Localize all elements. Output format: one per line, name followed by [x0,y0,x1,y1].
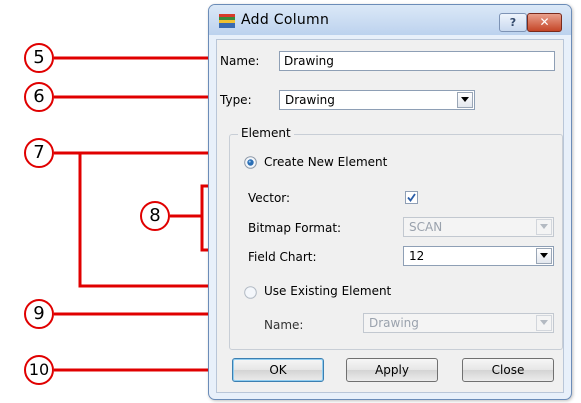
callout-6: 6 [24,82,54,112]
help-button[interactable]: ? [499,13,527,32]
ok-button[interactable]: OK [232,358,324,382]
create-new-element-label[interactable]: Create New Element [264,155,387,169]
close-button[interactable]: Close [462,358,554,382]
chevron-down-icon[interactable] [536,219,552,235]
use-existing-element-label[interactable]: Use Existing Element [264,284,391,298]
name-input[interactable]: Drawing [279,51,555,71]
vector-label: Vector: [248,191,291,205]
type-dropdown[interactable]: Drawing [279,90,475,110]
existing-name-dropdown[interactable]: Drawing [363,313,554,333]
type-label: Type: [220,93,252,107]
add-column-dialog: Add Column ? ✕ Name: Drawing Type: Drawi… [208,4,572,400]
chevron-down-icon[interactable] [536,248,552,264]
vector-checkbox[interactable] [405,191,418,204]
bitmap-format-dropdown[interactable]: SCAN [403,217,554,237]
title-bar: Add Column ? ✕ [209,5,571,35]
use-existing-element-radio[interactable] [244,286,257,299]
callout-9: 9 [24,299,54,329]
field-chart-value: 12 [409,249,425,263]
dialog-client-area: Name: Drawing Type: Drawing Element Crea… [216,39,564,393]
apply-button[interactable]: Apply [346,358,438,382]
element-group-title: Element [238,126,294,140]
field-chart-dropdown[interactable]: 12 [403,246,554,266]
chevron-down-icon[interactable] [457,92,473,108]
checkmark-icon [407,193,416,202]
name-label: Name: [220,54,260,68]
callout-7: 7 [24,138,54,168]
table-app-icon [219,14,235,28]
existing-name-label: Name: [264,318,304,332]
name-input-value: Drawing [284,54,334,68]
chevron-down-icon[interactable] [536,315,552,331]
dialog-title: Add Column [241,12,330,28]
callout-10: 10 [24,355,54,385]
existing-name-value: Drawing [369,316,419,330]
element-groupbox: Element Create New Element Vector: Bitma… [229,126,563,350]
callout-8: 8 [140,201,170,231]
type-dropdown-value: Drawing [285,93,335,107]
bitmap-format-value: SCAN [409,220,443,234]
create-new-element-radio[interactable] [244,156,257,169]
field-chart-label: Field Chart: [248,250,317,264]
window-close-button[interactable]: ✕ [527,13,562,32]
callout-5: 5 [24,43,54,73]
bitmap-format-label: Bitmap Format: [248,221,342,235]
